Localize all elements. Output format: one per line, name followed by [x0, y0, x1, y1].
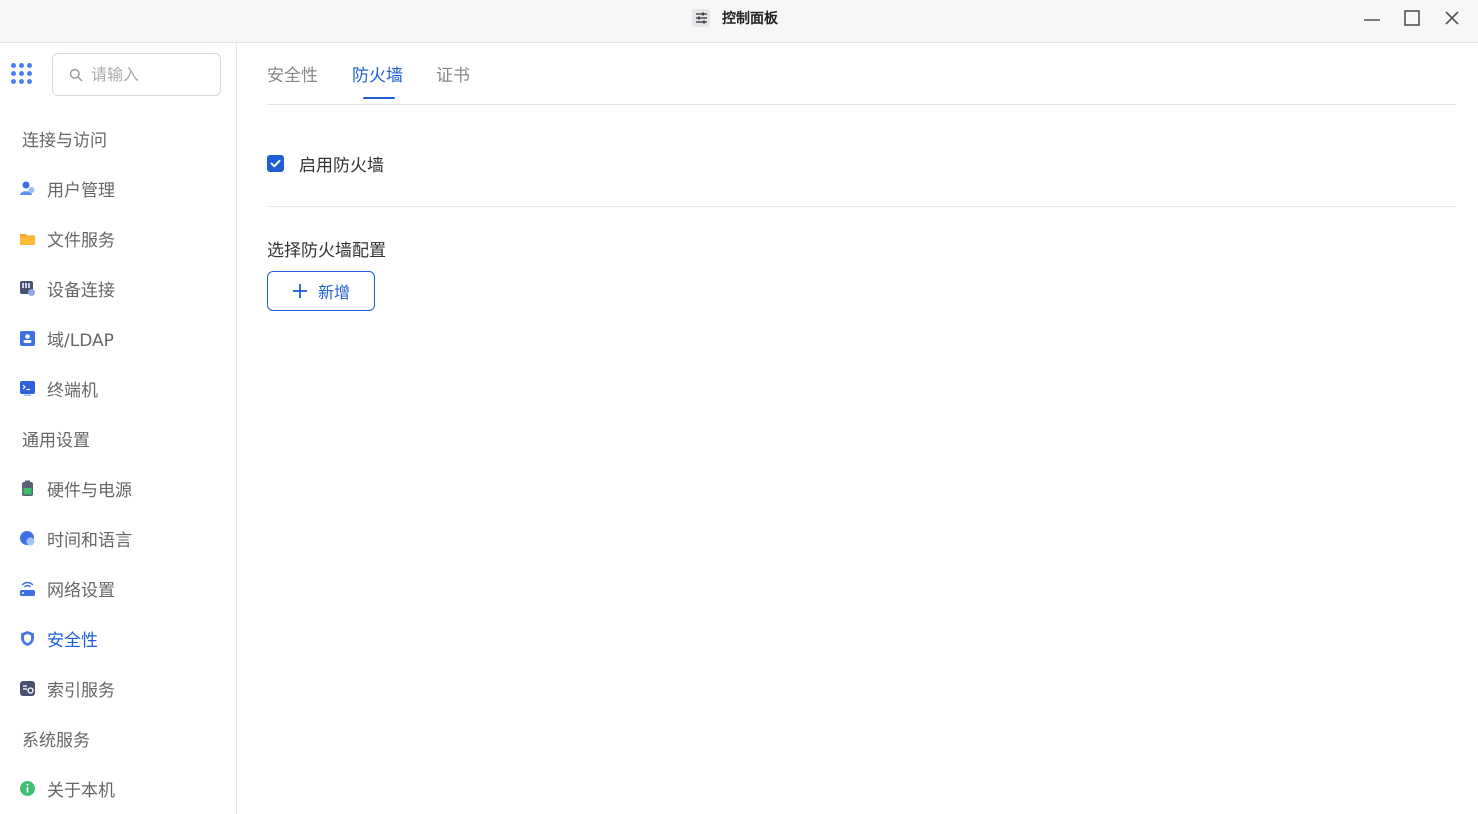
- tab-security[interactable]: 安全性: [267, 61, 318, 86]
- search-icon: [69, 68, 83, 81]
- sidebar-item-label: 设备连接: [47, 280, 115, 301]
- sidebar-item-ldap[interactable]: 域/LDAP: [0, 320, 236, 356]
- sidebar-item-time-language[interactable]: 时间和语言: [0, 520, 236, 556]
- tab-bar: 安全性 防火墙 证书: [267, 43, 1456, 105]
- sidebar-item-security[interactable]: 安全性: [0, 620, 236, 656]
- search-box[interactable]: [52, 53, 221, 96]
- ldap-icon: [19, 330, 36, 347]
- minimize-icon[interactable]: [1360, 6, 1384, 30]
- sidebar-item-label: 终端机: [47, 380, 98, 401]
- terminal-icon: [19, 380, 36, 397]
- firewall-config-title: 选择防火墙配置: [267, 241, 386, 261]
- active-tab-indicator: [363, 97, 395, 99]
- info-icon: [19, 780, 36, 797]
- maximize-icon[interactable]: [1400, 6, 1424, 30]
- tab-firewall[interactable]: 防火墙: [352, 61, 403, 86]
- section-title-system: 系统服务: [22, 731, 90, 751]
- sidebar-item-label: 硬件与电源: [47, 480, 132, 501]
- sidebar-item-label: 域/LDAP: [47, 330, 114, 351]
- sidebar-item-label: 时间和语言: [47, 530, 132, 551]
- tab-certificate[interactable]: 证书: [436, 61, 470, 86]
- plus-icon: [292, 283, 308, 299]
- close-icon[interactable]: [1440, 6, 1464, 30]
- section-title-general: 通用设置: [22, 431, 90, 451]
- sidebar: 连接与访问 用户管理 文件服务 设备连接 域/LDAP 终端机 通用设置: [0, 43, 237, 814]
- add-button-label: 新增: [317, 283, 350, 302]
- sidebar-item-label: 用户管理: [47, 180, 115, 201]
- sidebar-item-device-connect[interactable]: 设备连接: [0, 270, 236, 306]
- device-link-icon: [19, 280, 36, 297]
- sidebar-item-label: 索引服务: [47, 680, 115, 701]
- checkbox-checked-icon[interactable]: [267, 155, 284, 172]
- router-icon: [19, 580, 36, 597]
- enable-firewall-checkbox[interactable]: 启用防火墙: [267, 151, 384, 176]
- window-title-group: 控制面板: [692, 8, 778, 28]
- search-input[interactable]: [91, 65, 211, 84]
- enable-firewall-label: 启用防火墙: [299, 156, 384, 176]
- sliders-icon: [692, 9, 710, 27]
- shield-icon: [19, 630, 36, 647]
- add-config-button[interactable]: 新增: [267, 271, 375, 311]
- sidebar-item-users[interactable]: 用户管理: [0, 170, 236, 206]
- sidebar-item-hardware-power[interactable]: 硬件与电源: [0, 470, 236, 506]
- sidebar-item-file-service[interactable]: 文件服务: [0, 220, 236, 256]
- globe-icon: [19, 530, 36, 547]
- battery-icon: [19, 480, 36, 497]
- window-title: 控制面板: [722, 11, 778, 27]
- title-bar: 控制面板: [0, 0, 1478, 43]
- sidebar-item-terminal[interactable]: 终端机: [0, 370, 236, 406]
- sidebar-item-index-service[interactable]: 索引服务: [0, 670, 236, 706]
- sidebar-item-label: 安全性: [47, 630, 98, 651]
- sidebar-item-network[interactable]: 网络设置: [0, 570, 236, 606]
- users-icon: [19, 180, 36, 197]
- sidebar-item-label: 文件服务: [47, 230, 115, 251]
- divider: [267, 206, 1456, 207]
- apps-grid-icon[interactable]: [11, 63, 33, 85]
- section-title-connect: 连接与访问: [22, 131, 107, 151]
- sidebar-item-label: 关于本机: [47, 780, 115, 801]
- folder-icon: [19, 230, 36, 247]
- sidebar-item-label: 网络设置: [47, 580, 115, 601]
- sidebar-item-about[interactable]: 关于本机: [0, 770, 236, 806]
- index-icon: [19, 680, 36, 697]
